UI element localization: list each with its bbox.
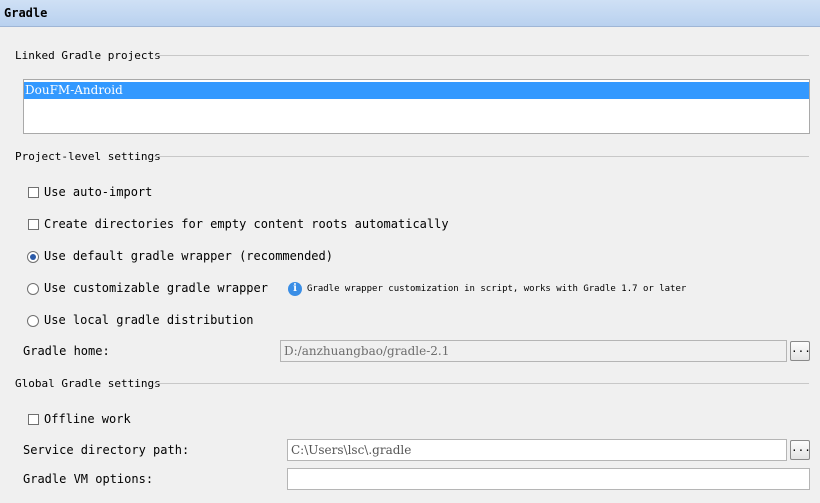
linked-projects-separator	[156, 55, 809, 56]
panel-title: Gradle	[4, 6, 48, 20]
global-settings-title: Global Gradle settings	[15, 377, 167, 390]
local-distribution-label[interactable]: Use local gradle distribution	[44, 313, 254, 327]
offline-work-label[interactable]: Offline work	[44, 412, 131, 426]
auto-import-label[interactable]: Use auto-import	[44, 185, 152, 199]
auto-import-checkbox[interactable]	[28, 187, 39, 198]
vm-options-field[interactable]	[287, 468, 810, 490]
customizable-wrapper-label[interactable]: Use customizable gradle wrapper	[44, 281, 268, 295]
create-directories-checkbox[interactable]	[28, 219, 39, 230]
offline-work-checkbox[interactable]	[28, 414, 39, 425]
customizable-wrapper-radio[interactable]	[27, 283, 39, 295]
linked-projects-list[interactable]: DouFM-Android	[23, 79, 810, 134]
default-wrapper-label[interactable]: Use default gradle wrapper (recommended)	[44, 249, 333, 263]
vm-options-label: Gradle VM options:	[23, 472, 154, 486]
service-directory-field[interactable]: C:\Users\lsc\.gradle	[287, 439, 787, 461]
local-distribution-radio[interactable]	[27, 315, 39, 327]
global-settings-separator	[153, 383, 809, 384]
list-item-project-doufm-android[interactable]: DouFM-Android	[24, 82, 809, 99]
default-wrapper-radio[interactable]	[27, 251, 39, 263]
project-settings-separator	[153, 156, 809, 157]
wrapper-info-text: Gradle wrapper customization in script, …	[307, 284, 687, 294]
create-directories-label[interactable]: Create directories for empty content roo…	[44, 217, 449, 231]
gradle-home-field: D:/anzhuangbao/gradle-2.1	[280, 340, 787, 362]
service-directory-label: Service directory path:	[23, 443, 190, 457]
gradle-home-browse-button[interactable]: ...	[790, 341, 811, 361]
gradle-home-label: Gradle home:	[23, 344, 110, 358]
panel-header: Gradle	[0, 0, 820, 27]
linked-projects-title: Linked Gradle projects	[15, 49, 167, 62]
service-directory-browse-button[interactable]: ...	[790, 440, 811, 460]
info-icon: i	[288, 282, 302, 296]
project-settings-title: Project-level settings	[15, 150, 167, 163]
